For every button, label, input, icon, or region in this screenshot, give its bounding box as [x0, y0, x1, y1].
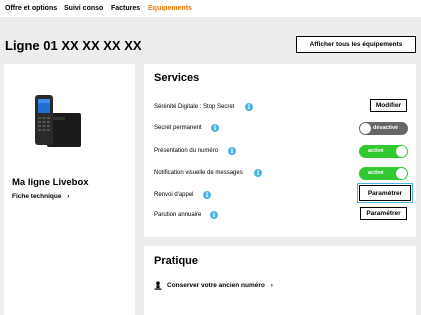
renvoi-parametrer-button[interactable]: Paramétrer [357, 183, 413, 203]
service-label-secret-permanent: Secret permanent [154, 125, 202, 131]
notification-visuelle-toggle[interactable]: activé [359, 167, 408, 180]
service-label-parution: Parution annuaire [154, 212, 202, 218]
presentation-numero-toggle[interactable]: activé [359, 145, 408, 158]
info-icon[interactable]: i [210, 211, 218, 219]
chevron-right-icon: › [270, 282, 273, 289]
info-icon[interactable]: i [254, 169, 262, 177]
service-label-notification: Notification visuelle de messages [154, 170, 243, 176]
conserver-numero-link[interactable]: Conserver votre ancien numéro › [167, 282, 273, 289]
service-label-serenite: Sérénité Digitale : Stop Secret [154, 104, 235, 110]
modifier-button[interactable]: Modifier [370, 99, 407, 112]
nav-suivi-conso[interactable]: Suivi conso [64, 5, 103, 12]
nav-equipements[interactable]: Equipements [148, 5, 192, 12]
info-icon[interactable]: i [228, 147, 236, 155]
person-icon [154, 281, 162, 290]
nav-factures[interactable]: Factures [111, 5, 140, 12]
device-name: Ma ligne Livebox [12, 177, 89, 188]
service-label-presentation: Présentation du numéro [154, 148, 219, 154]
toggle-knob [360, 123, 371, 134]
page-title: Ligne 01 XX XX XX XX [5, 38, 142, 53]
pratique-title: Pratique [154, 255, 199, 267]
info-icon[interactable]: i [203, 191, 211, 199]
toggle-state-label: désactivé [373, 125, 399, 131]
fiche-technique-label: Fiche technique [12, 193, 62, 200]
secret-permanent-toggle[interactable]: désactivé [359, 122, 408, 135]
toggle-state-label: activé [368, 148, 384, 154]
fiche-technique-link[interactable]: Fiche technique › [12, 193, 69, 200]
cordless-phone-icon [35, 95, 81, 147]
services-title: Services [154, 72, 200, 84]
show-all-equipment-button[interactable]: Afficher tous les équipements [296, 36, 416, 53]
parution-parametrer-button[interactable]: Paramétrer [360, 207, 407, 220]
toggle-knob [396, 146, 407, 157]
toggle-knob [396, 168, 407, 179]
toggle-state-label: activé [368, 170, 384, 176]
top-navigation: Offre et options Suivi conso Factures Eq… [0, 0, 421, 17]
conserver-numero-label: Conserver votre ancien numéro [167, 282, 265, 289]
nav-offre-et-options[interactable]: Offre et options [5, 5, 57, 12]
info-icon[interactable]: i [245, 103, 253, 111]
chevron-right-icon: › [67, 193, 70, 200]
info-icon[interactable]: i [211, 124, 219, 132]
service-label-renvoi: Renvoi d'appel [154, 192, 194, 198]
